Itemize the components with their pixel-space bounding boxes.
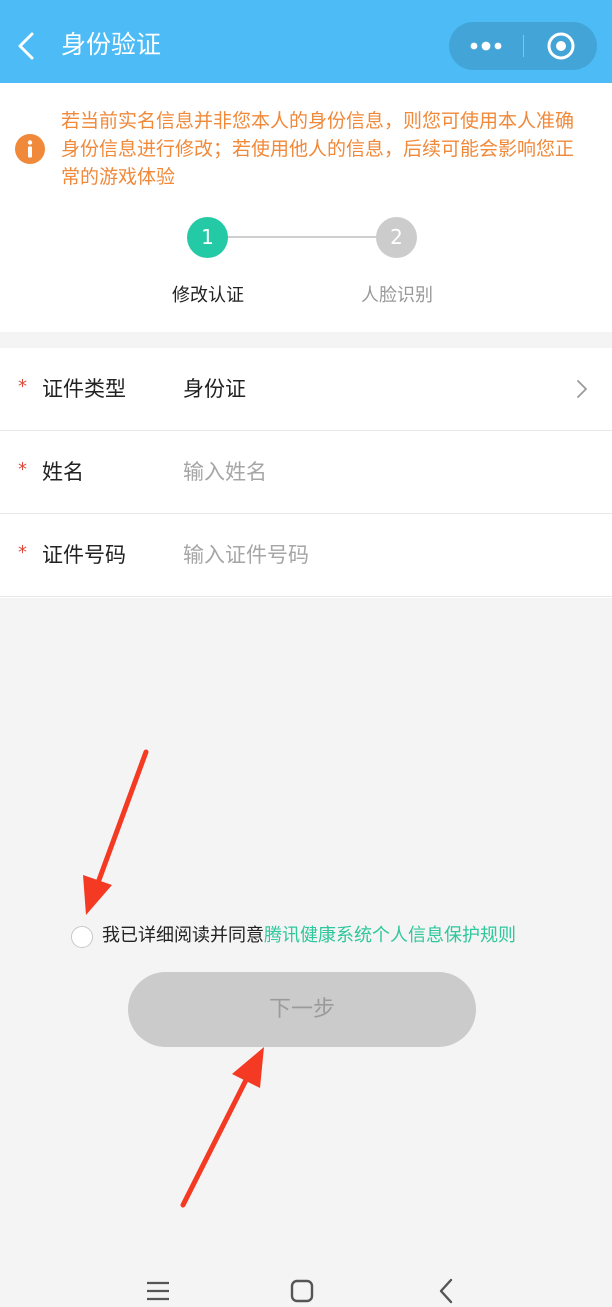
annotation-arrows xyxy=(83,749,264,1208)
arrow-to-next-button xyxy=(180,1047,264,1208)
menu-button[interactable] xyxy=(138,1275,178,1307)
menu-icon xyxy=(147,1281,169,1301)
back-triangle-icon xyxy=(439,1278,453,1304)
home-square-icon xyxy=(290,1279,314,1303)
system-back-button[interactable] xyxy=(426,1275,466,1307)
arrow-to-checkbox xyxy=(83,749,149,915)
home-button[interactable] xyxy=(282,1275,322,1307)
